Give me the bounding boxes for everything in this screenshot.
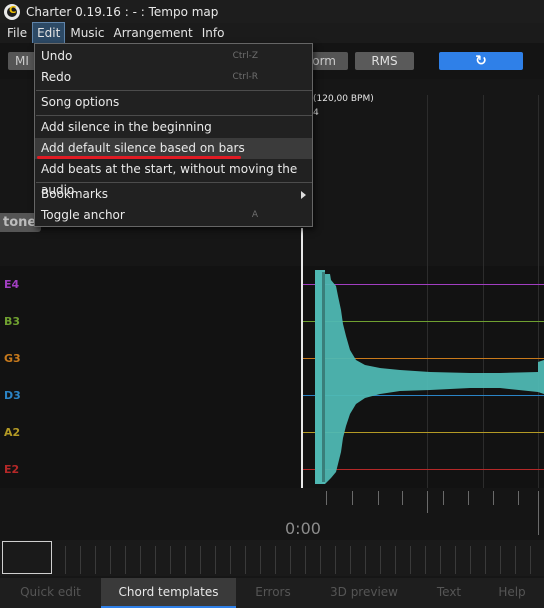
minimap-tick bbox=[155, 546, 156, 574]
menu-item-bookmarks[interactable]: Bookmarks bbox=[35, 184, 312, 205]
mi-button[interactable]: MI bbox=[8, 52, 36, 70]
rms-button[interactable]: RMS bbox=[355, 52, 414, 70]
minimap-tick bbox=[215, 546, 216, 574]
tab-chord-templates[interactable]: Chord templates bbox=[101, 578, 236, 608]
timeline-tick bbox=[427, 491, 428, 513]
app-logo-icon: C bbox=[4, 3, 20, 20]
menu-separator bbox=[36, 182, 312, 183]
refresh-icon: ↻ bbox=[475, 53, 487, 69]
menu-item-redo-label: Redo bbox=[41, 70, 72, 84]
minimap-viewport[interactable] bbox=[2, 541, 52, 574]
menu-music[interactable]: Music bbox=[66, 23, 108, 43]
menu-file[interactable]: File bbox=[3, 23, 31, 43]
minimap-tick bbox=[200, 546, 201, 574]
minimap-tick bbox=[65, 546, 66, 574]
beat-number-label: 4 bbox=[313, 108, 319, 118]
minimap-tick bbox=[260, 546, 261, 574]
minimap-tick bbox=[470, 546, 471, 574]
minimap[interactable] bbox=[0, 540, 544, 576]
minimap-tick bbox=[80, 546, 81, 574]
audio-waveform bbox=[315, 270, 544, 484]
highlight-underline bbox=[37, 156, 241, 159]
minimap-tick bbox=[290, 546, 291, 574]
minimap-tick bbox=[395, 546, 396, 574]
timeline-tick bbox=[402, 491, 403, 505]
timeline-tick bbox=[518, 491, 519, 505]
menu-item-song-options[interactable]: Song options bbox=[35, 92, 312, 113]
minimap-tick bbox=[170, 546, 171, 574]
minimap-tick bbox=[275, 546, 276, 574]
tab-quick-edit[interactable]: Quick edit bbox=[0, 578, 101, 608]
minimap-tick bbox=[185, 546, 186, 574]
bottom-tabs: Quick edit Chord templates Errors 3D pre… bbox=[0, 578, 544, 608]
minimap-tick bbox=[440, 546, 441, 574]
tab-text[interactable]: Text bbox=[418, 578, 480, 608]
tempo-marker-label[interactable]: (120,00 BPM) bbox=[313, 94, 374, 104]
minimap-tick bbox=[230, 546, 231, 574]
beat-line bbox=[427, 95, 428, 266]
minimap-tick bbox=[140, 546, 141, 574]
tab-help[interactable]: Help bbox=[480, 578, 544, 608]
title-bar: C Charter 0.19.16 : - : Tempo map bbox=[0, 0, 544, 23]
menu-edit[interactable]: Edit bbox=[32, 22, 66, 44]
playhead-line[interactable] bbox=[301, 228, 303, 490]
menu-item-toggle-anchor-label: Toggle anchor bbox=[41, 208, 125, 222]
timeline-tick bbox=[493, 491, 494, 505]
tab-3d-preview[interactable]: 3D preview bbox=[310, 578, 418, 608]
minimap-tick bbox=[515, 546, 516, 574]
shortcut-redo: Ctrl-R bbox=[232, 72, 258, 82]
menu-item-add-beats-start[interactable]: Add beats at the start, without moving t… bbox=[35, 159, 312, 197]
refresh-button[interactable]: ↻ bbox=[439, 52, 523, 70]
menu-item-undo[interactable]: Undo Ctrl-Z bbox=[35, 46, 312, 67]
minimap-tick bbox=[110, 546, 111, 574]
minimap-tick bbox=[305, 546, 306, 574]
menu-separator bbox=[36, 90, 312, 91]
menu-item-add-silence-beginning[interactable]: Add silence in the beginning bbox=[35, 117, 312, 138]
minimap-tick bbox=[380, 546, 381, 574]
submenu-arrow-icon bbox=[301, 191, 306, 199]
edit-menu-dropdown: Undo Ctrl-Z Redo Ctrl-R Song options Add… bbox=[34, 43, 313, 227]
minimap-tick bbox=[500, 546, 501, 574]
minimap-tick bbox=[350, 546, 351, 574]
beat-line bbox=[538, 95, 539, 266]
menu-item-redo[interactable]: Redo Ctrl-R bbox=[35, 67, 312, 88]
string-lanes[interactable]: E4 B3 G3 D3 A2 E2 bbox=[0, 266, 544, 488]
minimap-tick bbox=[335, 546, 336, 574]
minimap-tick bbox=[95, 546, 96, 574]
minimap-tick bbox=[125, 546, 126, 574]
minimap-tick bbox=[365, 546, 366, 574]
menu-separator bbox=[36, 115, 312, 116]
minimap-tick bbox=[320, 546, 321, 574]
minimap-tick bbox=[485, 546, 486, 574]
menu-bar: File Edit Music Arrangement Info bbox=[0, 22, 544, 44]
window-title: Charter 0.19.16 : - : Tempo map bbox=[26, 4, 219, 19]
minimap-tick bbox=[245, 546, 246, 574]
logo-letter: C bbox=[9, 4, 17, 16]
menu-item-bookmarks-label: Bookmarks bbox=[41, 187, 109, 201]
menu-item-undo-label: Undo bbox=[41, 49, 73, 63]
minimap-tick bbox=[410, 546, 411, 574]
menu-info[interactable]: Info bbox=[198, 23, 229, 43]
timeline-tick bbox=[326, 491, 327, 505]
timeline-tick bbox=[443, 491, 444, 505]
timeline-tick bbox=[538, 491, 539, 535]
time-label: 0:00 bbox=[285, 519, 321, 538]
timeline-tick bbox=[352, 491, 353, 505]
timeline-tick bbox=[378, 491, 379, 505]
timeline-tick bbox=[468, 491, 469, 505]
minimap-tick bbox=[425, 546, 426, 574]
menu-item-toggle-anchor[interactable]: Toggle anchor A bbox=[35, 205, 312, 226]
tab-errors[interactable]: Errors bbox=[236, 578, 310, 608]
beat-line bbox=[483, 95, 484, 266]
minimap-tick bbox=[530, 546, 531, 574]
menu-arrangement[interactable]: Arrangement bbox=[110, 23, 197, 43]
shortcut-undo: Ctrl-Z bbox=[232, 51, 258, 61]
timeline[interactable]: 0:00 bbox=[0, 488, 544, 540]
minimap-tick bbox=[455, 546, 456, 574]
shortcut-toggle-anchor: A bbox=[251, 210, 258, 220]
